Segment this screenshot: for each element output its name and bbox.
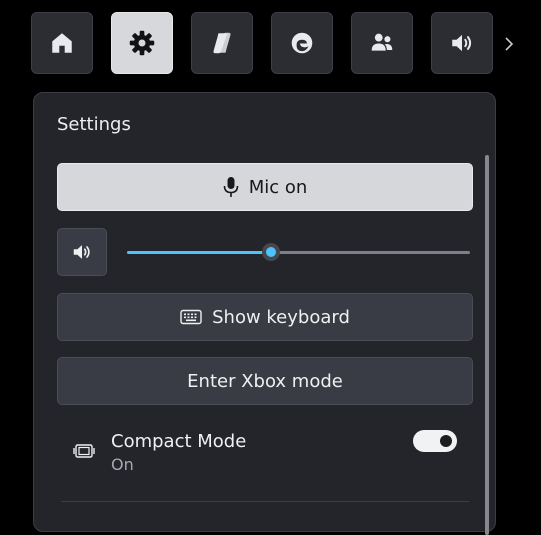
copilot-icon bbox=[213, 32, 231, 54]
compact-mode-status: On bbox=[111, 455, 134, 474]
compact-mode-row[interactable]: Compact Mode On bbox=[57, 419, 470, 479]
edge-browser-button[interactable] bbox=[271, 12, 333, 74]
next-page-button[interactable] bbox=[501, 30, 517, 58]
panel-scrollbar[interactable] bbox=[485, 155, 489, 535]
mute-button[interactable] bbox=[57, 228, 107, 276]
home-button[interactable] bbox=[31, 12, 93, 74]
show-keyboard-button[interactable]: Show keyboard bbox=[57, 293, 473, 341]
settings-button[interactable] bbox=[111, 12, 173, 74]
toggle-knob bbox=[440, 435, 452, 447]
show-keyboard-label: Show keyboard bbox=[212, 306, 350, 328]
microphone-icon bbox=[223, 176, 239, 198]
volume-slider[interactable] bbox=[127, 243, 470, 261]
panel-title: Settings bbox=[57, 114, 131, 135]
people-button[interactable] bbox=[351, 12, 413, 74]
chevron-right-icon bbox=[505, 37, 514, 51]
speaker-icon bbox=[452, 34, 472, 52]
copilot-button[interactable] bbox=[191, 12, 253, 74]
mic-label: Mic on bbox=[248, 176, 308, 198]
enter-xbox-mode-label: Enter Xbox mode bbox=[187, 370, 343, 392]
audio-button[interactable] bbox=[431, 12, 493, 74]
compact-mode-toggle[interactable] bbox=[413, 430, 457, 452]
compact-mode-label: Compact Mode bbox=[111, 431, 247, 452]
settings-panel: Settings Mic on Show keyboard Enter Xbox… bbox=[33, 92, 496, 535]
volume-slider-fill bbox=[127, 251, 272, 254]
top-bar bbox=[0, 0, 541, 90]
mic-toggle-button[interactable]: Mic on bbox=[57, 163, 473, 211]
speaker-icon bbox=[73, 245, 90, 259]
people-icon bbox=[371, 33, 393, 51]
compact-mode-icon bbox=[73, 443, 95, 463]
keyboard-icon bbox=[180, 309, 202, 325]
gear-icon bbox=[129, 30, 155, 56]
edge-browser-icon bbox=[291, 32, 313, 54]
enter-xbox-mode-button[interactable]: Enter Xbox mode bbox=[57, 357, 473, 405]
home-icon bbox=[52, 33, 72, 53]
volume-slider-thumb[interactable] bbox=[262, 243, 281, 261]
divider bbox=[61, 501, 469, 502]
